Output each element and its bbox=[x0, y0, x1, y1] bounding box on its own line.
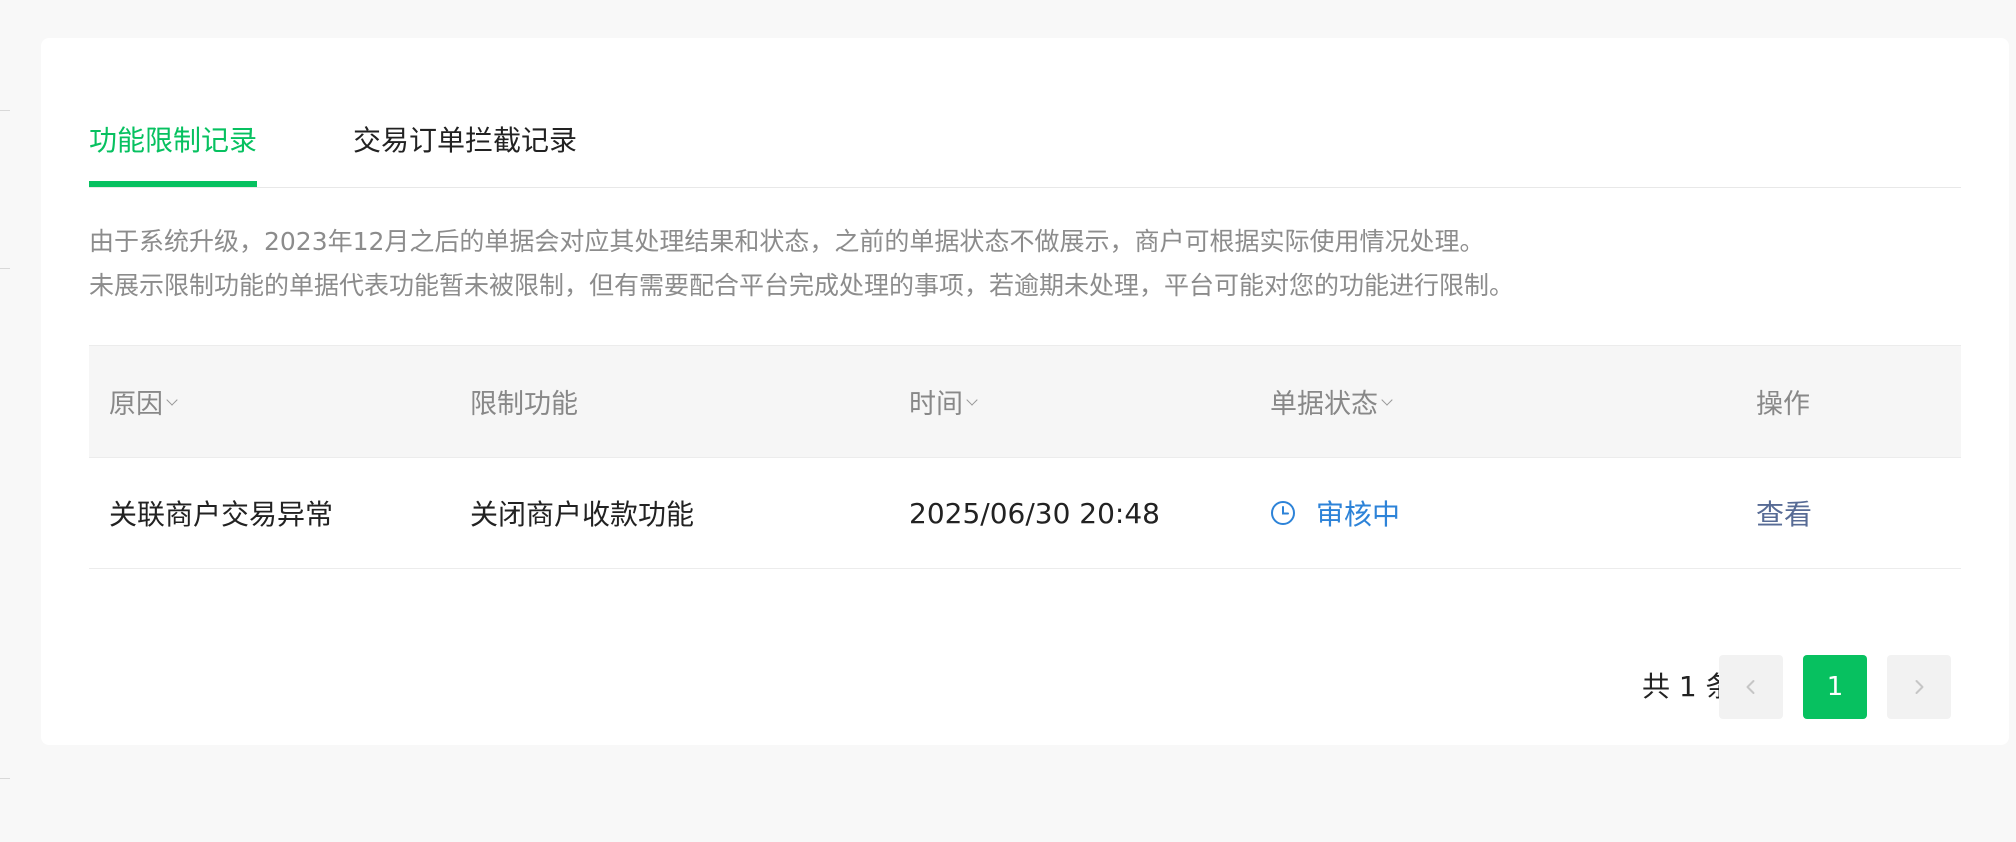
notice-line-1: 由于系统升级，2023年12月之后的单据会对应其处理结果和状态，之前的单据状态不… bbox=[89, 227, 1485, 256]
active-tab-indicator bbox=[89, 181, 257, 187]
left-edge-tick bbox=[0, 268, 10, 269]
column-header-restricted-function: 限制功能 bbox=[470, 346, 578, 457]
tab-bar: 功能限制记录 交易订单拦截记录 bbox=[89, 38, 1961, 188]
cell-status: 审核中 bbox=[1270, 458, 1400, 568]
records-table: 原因 限制功能 时间 单据状态 操作 关联商户交易异常 关闭商户收款功能 202… bbox=[89, 345, 1961, 569]
chevron-down-icon bbox=[1381, 393, 1393, 406]
table-row: 关联商户交易异常 关闭商户收款功能 2025/06/30 20:48 审核中 查… bbox=[89, 458, 1961, 569]
column-header-reason[interactable]: 原因 bbox=[109, 346, 178, 457]
clock-icon bbox=[1271, 501, 1295, 525]
status-badge: 审核中 bbox=[1316, 498, 1401, 531]
table-header: 原因 限制功能 时间 单据状态 操作 bbox=[89, 345, 1961, 458]
left-edge-tick bbox=[0, 110, 10, 111]
chevron-right-icon bbox=[1915, 680, 1924, 694]
cell-restricted-function: 关闭商户收款功能 bbox=[470, 498, 695, 531]
column-header-action-label: 操作 bbox=[1756, 389, 1810, 420]
pagination: 共 1 条 1 bbox=[41, 655, 2009, 719]
tab-transaction-interception-records[interactable]: 交易订单拦截记录 bbox=[353, 122, 577, 160]
page-button-current[interactable]: 1 bbox=[1803, 655, 1867, 719]
column-header-status-label: 单据状态 bbox=[1270, 389, 1378, 420]
cell-reason: 关联商户交易异常 bbox=[109, 498, 334, 531]
tab-function-restriction-records[interactable]: 功能限制记录 bbox=[89, 122, 257, 160]
column-header-status[interactable]: 单据状态 bbox=[1270, 346, 1393, 457]
records-card: 功能限制记录 交易订单拦截记录 由于系统升级，2023年12月之后的单据会对应其… bbox=[41, 38, 2009, 745]
column-header-time-label: 时间 bbox=[909, 389, 963, 420]
chevron-down-icon bbox=[166, 393, 178, 406]
cell-action: 查看 bbox=[1756, 458, 1812, 568]
left-edge-tick bbox=[0, 778, 10, 779]
view-link[interactable]: 查看 bbox=[1756, 493, 1812, 533]
column-header-restricted-function-label: 限制功能 bbox=[470, 389, 578, 420]
column-header-time[interactable]: 时间 bbox=[909, 346, 978, 457]
chevron-left-icon bbox=[1746, 680, 1755, 694]
chevron-down-icon bbox=[966, 393, 978, 406]
prev-page-button[interactable] bbox=[1719, 655, 1783, 719]
notice-text: 由于系统升级，2023年12月之后的单据会对应其处理结果和状态，之前的单据状态不… bbox=[89, 220, 1961, 308]
notice-line-2: 未展示限制功能的单据代表功能暂未被限制，但有需要配合平台完成处理的事项，若逾期未… bbox=[89, 271, 1515, 300]
column-header-reason-label: 原因 bbox=[109, 389, 163, 420]
column-header-action: 操作 bbox=[1756, 346, 1810, 457]
next-page-button[interactable] bbox=[1887, 655, 1951, 719]
cell-time: 2025/06/30 20:48 bbox=[909, 496, 1160, 530]
